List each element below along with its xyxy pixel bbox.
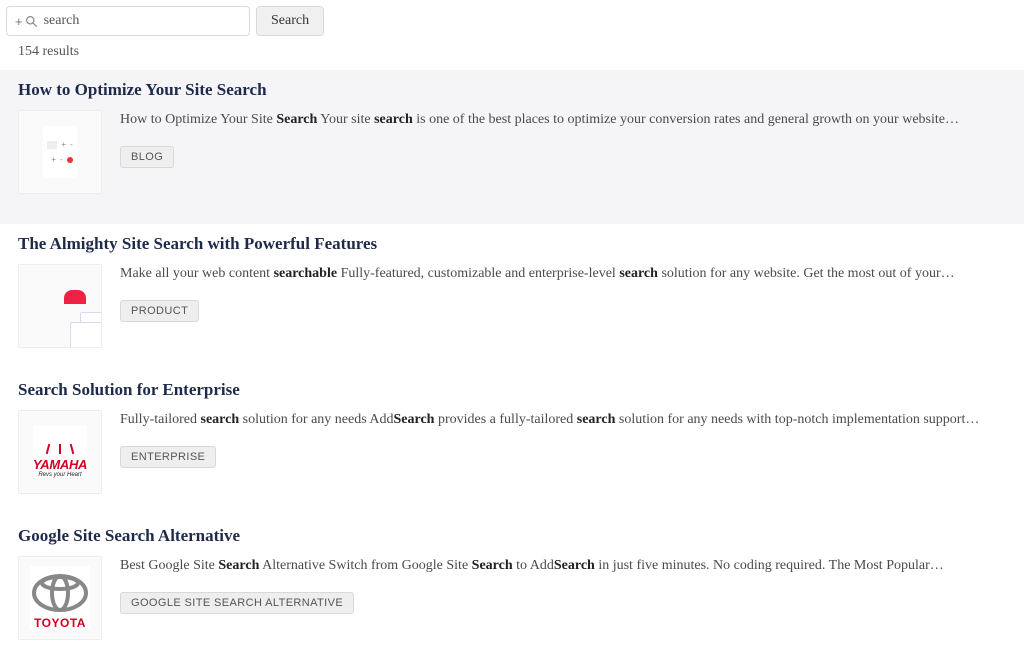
result-thumbnail: TOYOTA [30, 566, 90, 630]
result-thumbnail: +- +- [43, 126, 76, 178]
result-thumbnail: YAMAHA Revs your Heart [33, 426, 87, 478]
result-snippet: How to Optimize Your Site Search Your si… [120, 110, 1006, 130]
result-snippet: Fully-tailored search solution for any n… [120, 410, 1006, 430]
result-title[interactable]: Search Solution for Enterprise [18, 380, 1006, 400]
result-snippet: Best Google Site Search Alternative Swit… [120, 556, 1006, 576]
result-title[interactable]: Google Site Search Alternative [18, 526, 1006, 546]
toyota-logo-text: TOYOTA [30, 616, 90, 630]
result-title[interactable]: The Almighty Site Search with Powerful F… [18, 234, 1006, 254]
results-list: How to Optimize Your Site Search +- +- H… [0, 70, 1024, 662]
search-result[interactable]: Google Site Search Alternative TOYOTA Be… [0, 516, 1024, 662]
toyota-logo-icon [30, 572, 90, 614]
search-result[interactable]: The Almighty Site Search with Powerful F… [0, 224, 1024, 370]
search-result[interactable]: How to Optimize Your Site Search +- +- H… [0, 70, 1024, 224]
plus-icon: + [15, 14, 23, 29]
results-count: 154 results [0, 40, 1024, 70]
result-tag: BLOG [120, 146, 174, 168]
result-tag: PRODUCT [120, 300, 199, 322]
search-button[interactable]: Search [256, 6, 324, 36]
search-icon [25, 15, 38, 28]
yamaha-logo-text: YAMAHA [33, 457, 87, 472]
search-input-wrapper[interactable]: + [6, 6, 250, 36]
yamaha-tagline: Revs your Heart [33, 472, 87, 478]
result-tag: ENTERPRISE [120, 446, 216, 468]
result-title[interactable]: How to Optimize Your Site Search [18, 80, 1006, 100]
result-tag: GOOGLE SITE SEARCH ALTERNATIVE [120, 592, 354, 614]
search-input[interactable] [44, 13, 241, 29]
search-result[interactable]: Search Solution for Enterprise YAMAHA Re… [0, 370, 1024, 516]
result-snippet: Make all your web content searchable Ful… [120, 264, 1006, 284]
search-bar: + Search [0, 0, 1024, 40]
